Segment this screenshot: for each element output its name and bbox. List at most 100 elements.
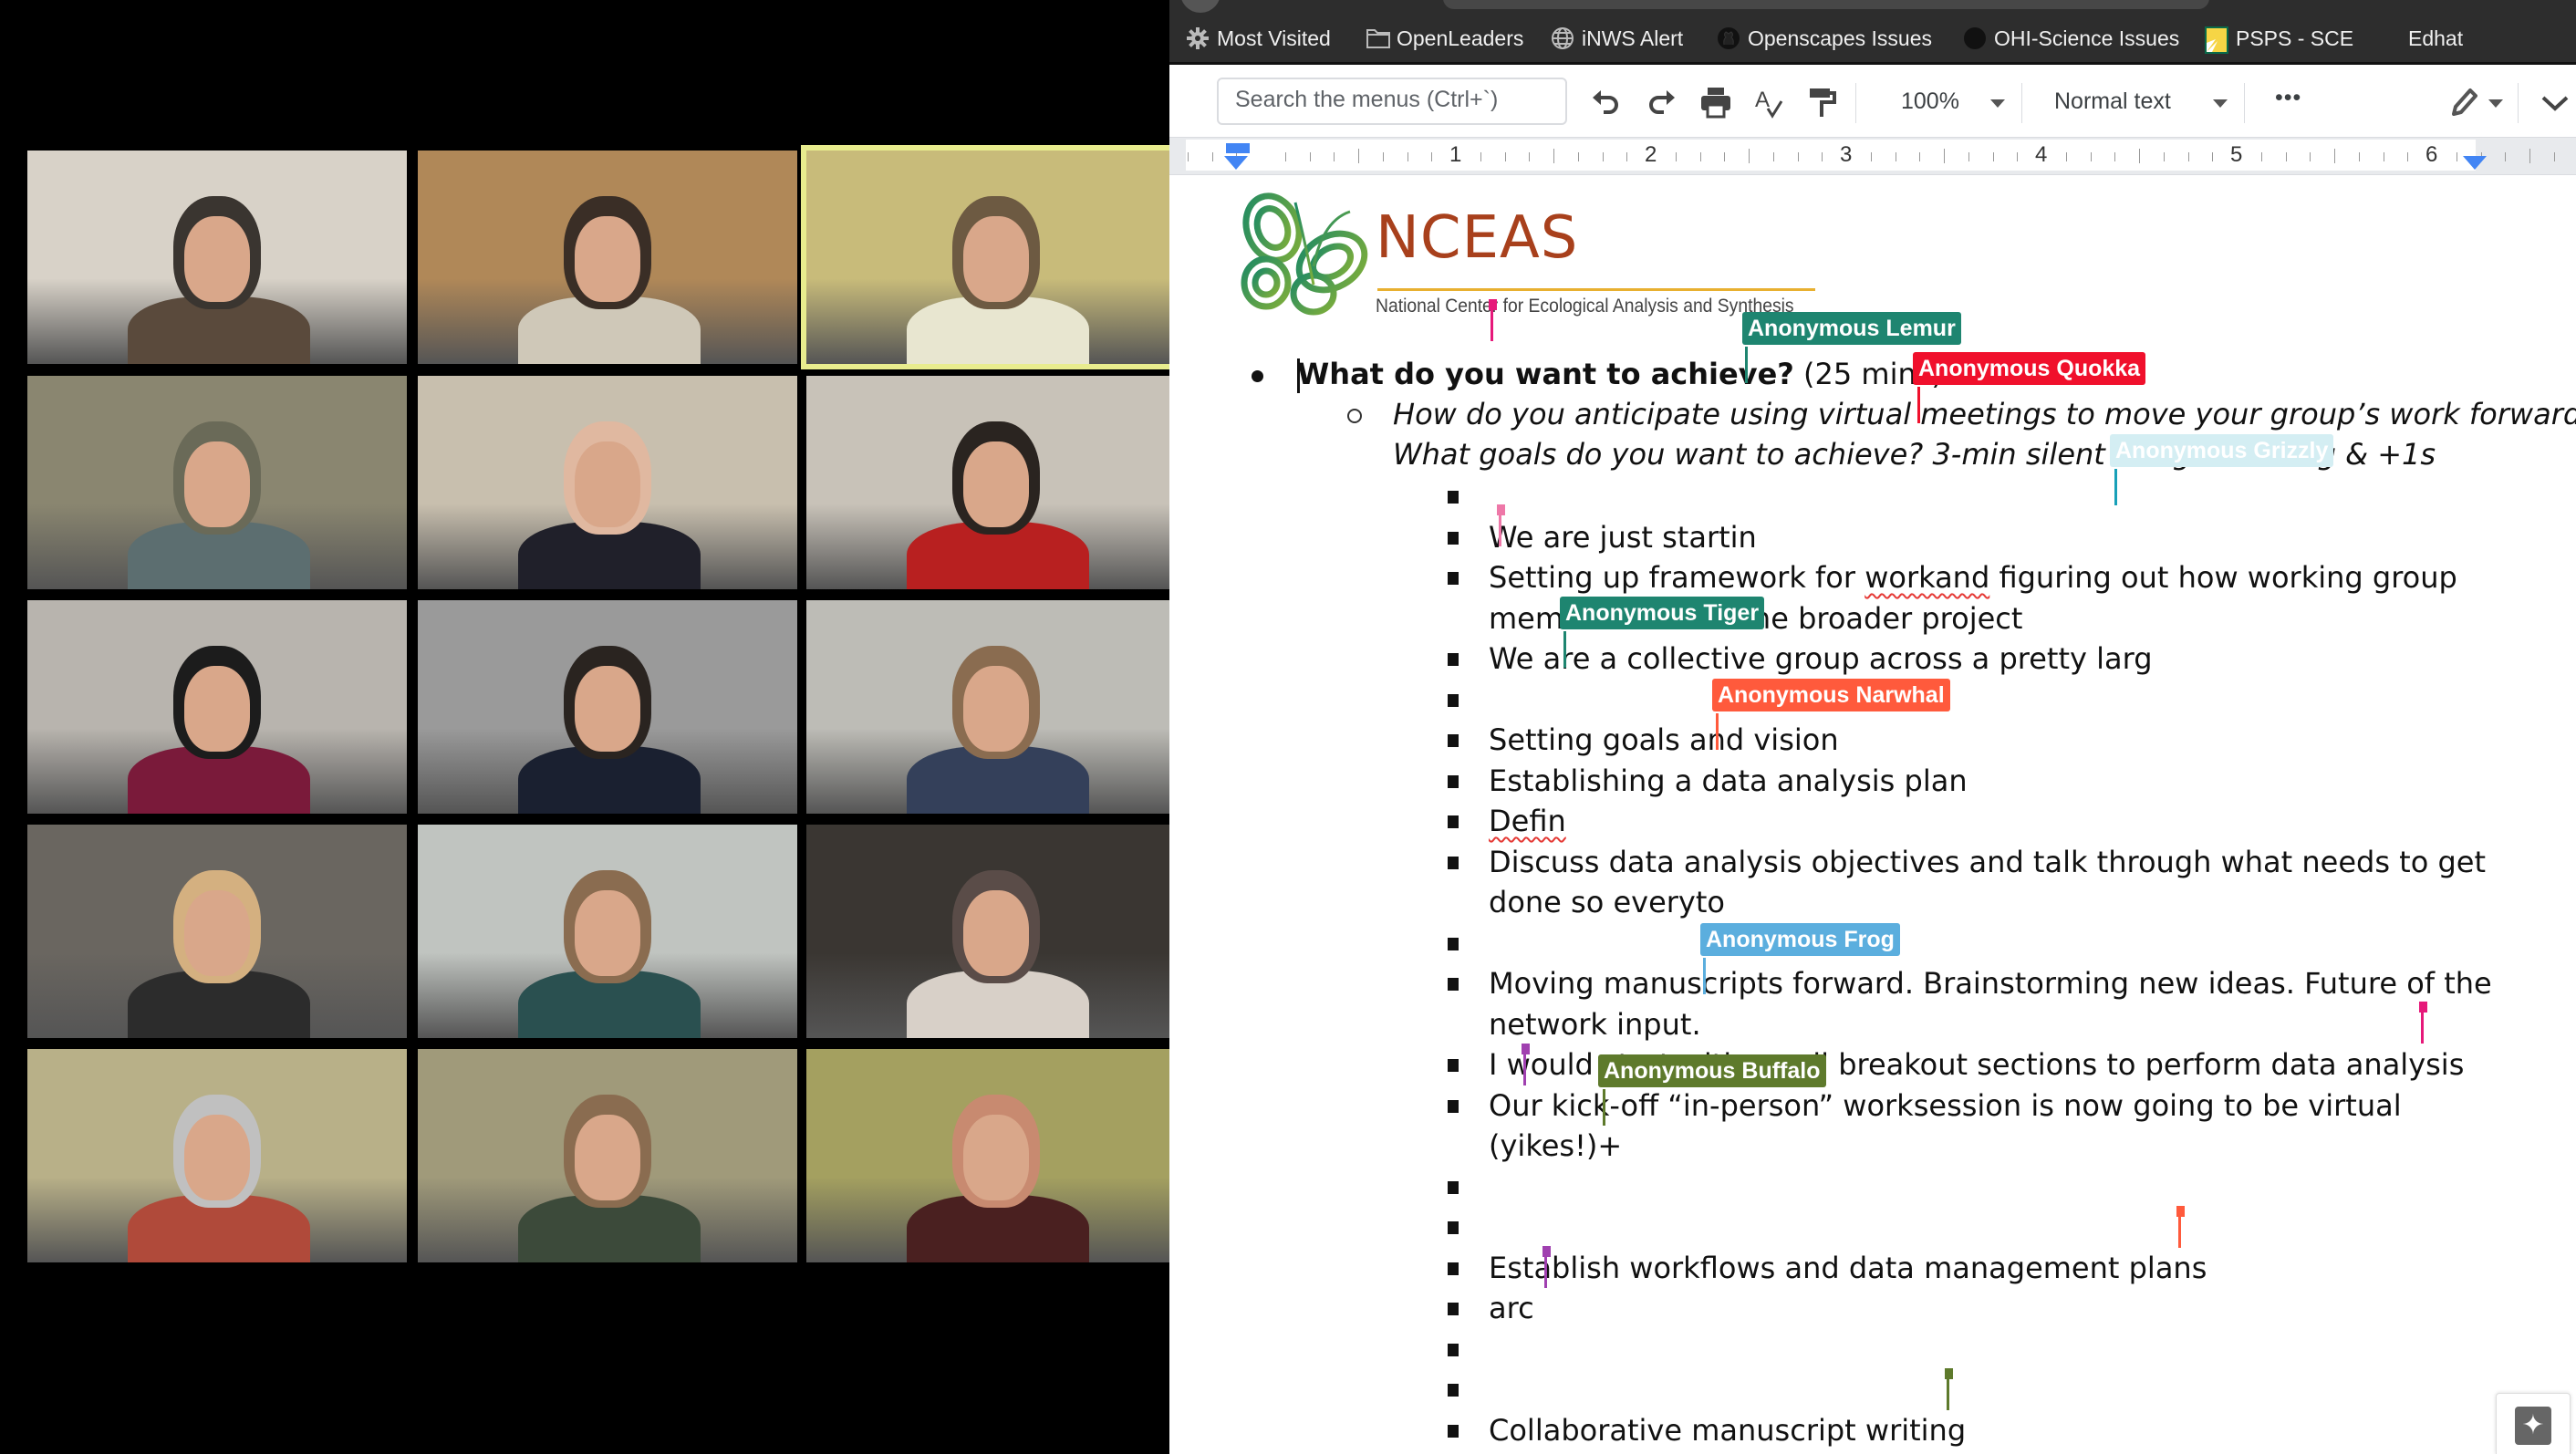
list-item[interactable]: We are a collective group across a prett… xyxy=(1489,639,2153,679)
bookmark-inws-alert[interactable]: iNWS Alert xyxy=(1551,24,1683,53)
spellcheck-icon[interactable]: A xyxy=(1751,85,1786,119)
bullet xyxy=(1448,693,1459,707)
participant-video-tile[interactable] xyxy=(806,376,1186,589)
cursor-flag[interactable] xyxy=(1945,1368,1953,1379)
ruler-tick xyxy=(1407,152,1408,161)
participant-video-tile[interactable] xyxy=(27,825,407,1038)
left-indent-marker[interactable] xyxy=(1224,156,1248,170)
list-item[interactable]: Discuss data analysis objectives and tal… xyxy=(1489,842,2486,882)
style-caret-icon[interactable] xyxy=(2213,99,2228,108)
cursor-flag[interactable] xyxy=(1522,1044,1530,1054)
svg-text:A: A xyxy=(1755,88,1770,112)
participant-video-tile[interactable] xyxy=(418,600,797,814)
participant-video-tile[interactable] xyxy=(806,825,1186,1038)
ruler-number: 3 xyxy=(1840,142,1853,167)
item-text: Establish workflows and data management … xyxy=(1489,1250,2207,1285)
bullet xyxy=(1448,572,1459,585)
participant-face xyxy=(963,1115,1029,1200)
logo-title: NCEAS xyxy=(1376,204,1579,272)
ruler[interactable]: 1234567 xyxy=(1169,137,2576,175)
list-item[interactable]: Setting up framework for workand figurin… xyxy=(1489,557,2457,597)
cursor-flag[interactable] xyxy=(1497,504,1505,515)
collaborator-cursor xyxy=(2114,469,2117,505)
list-item-continuation[interactable]: done so everyto xyxy=(1489,882,1725,922)
item-text: We are a collective group across a prett… xyxy=(1489,641,2153,676)
paragraph-style-select[interactable]: Normal text xyxy=(2054,88,2171,115)
item-text: Discuss data analysis objectives and tal… xyxy=(1489,844,2487,879)
bullet xyxy=(1448,531,1459,545)
search-menus-input[interactable]: Search the menus (Ctrl+`) xyxy=(1217,78,1567,125)
participant-video-tile[interactable] xyxy=(27,600,407,814)
first-line-indent-marker[interactable] xyxy=(1226,143,1250,153)
participant-video-tile[interactable] xyxy=(418,825,797,1038)
list-item[interactable]: Collaborative manuscript writing xyxy=(1489,1410,1966,1450)
window-button[interactable] xyxy=(1180,0,1220,13)
editing-mode-caret-icon[interactable] xyxy=(2488,99,2503,108)
item-text: Defin xyxy=(1489,804,1566,838)
participant-video-tile[interactable] xyxy=(806,1049,1186,1262)
document-page[interactable]: NCEAS National Center for Ecological Ana… xyxy=(1169,175,2576,1454)
ruler-tick xyxy=(1334,152,1335,161)
search-menus-placeholder: Search the menus (Ctrl+`) xyxy=(1235,87,1499,112)
bookmark-psps-sce[interactable]: PSPS - SCE xyxy=(2205,24,2353,54)
more-options-button[interactable]: ••• xyxy=(2275,85,2301,111)
list-item[interactable]: We are just startin xyxy=(1489,517,1757,557)
participant-video-tile[interactable] xyxy=(806,600,1186,814)
ruler-tick xyxy=(1529,152,1531,161)
misspelled-word[interactable]: workand xyxy=(1864,560,1989,595)
undo-icon[interactable] xyxy=(1589,85,1624,119)
participant-face xyxy=(184,216,250,302)
list-item[interactable]: Our kick-off “in-person” worksession is … xyxy=(1489,1085,2402,1126)
list-item[interactable]: Establish workflows and data management … xyxy=(1489,1248,2207,1288)
butterfly-logo-icon xyxy=(1241,192,1368,316)
bookmark-openleaders[interactable]: OpenLeaders xyxy=(1366,24,1523,53)
participant-video-tile[interactable] xyxy=(801,145,1191,369)
zoom-caret-icon[interactable] xyxy=(1990,99,2005,108)
list-item-continuation[interactable]: (yikes!)+ xyxy=(1489,1126,1622,1166)
cursor-flag[interactable] xyxy=(1542,1246,1551,1257)
collaborator-name-tag: Anonymous Lemur xyxy=(1742,312,1961,345)
bookmark-ohi-science-issues[interactable]: OHI-Science Issues xyxy=(1963,24,2179,53)
ruler-tick xyxy=(1211,152,1213,161)
list-item[interactable]: Defin xyxy=(1489,801,1566,841)
participant-video-tile[interactable] xyxy=(27,151,407,364)
print-icon[interactable] xyxy=(1698,85,1733,119)
list-item[interactable]: arc xyxy=(1489,1288,1534,1328)
zoom-select[interactable]: 100% xyxy=(1901,88,1959,115)
redo-icon[interactable] xyxy=(1644,85,1678,119)
address-bar[interactable] xyxy=(1443,0,2209,9)
agenda-heading[interactable]: What do you want to achieve? (25 mins) xyxy=(1297,354,1943,394)
ruler-number: 2 xyxy=(1645,142,1657,167)
hide-menus-chevron-icon[interactable] xyxy=(2538,85,2572,119)
collaborator-cursor xyxy=(1603,1089,1605,1126)
participant-video-tile[interactable] xyxy=(418,1049,797,1262)
browser-window: Most Visited OpenLeaders iNWS Alert Open… xyxy=(1169,0,2576,1454)
cursor-flag[interactable] xyxy=(1489,299,1497,310)
bookmark-label: iNWS Alert xyxy=(1582,26,1684,50)
list-item[interactable]: Moving manuscripts forward. Brainstormin… xyxy=(1489,963,2492,1003)
bookmark-edhat[interactable]: Edhat xyxy=(2408,24,2463,53)
list-item-continuation[interactable]: network input. xyxy=(1489,1004,1701,1044)
prompt-line-1[interactable]: How do you anticipate using virtual meet… xyxy=(1393,394,2576,434)
participant-video-tile[interactable] xyxy=(27,1049,407,1262)
participant-face xyxy=(963,441,1029,527)
ruler-tick xyxy=(2212,152,2214,161)
bookmark-openscapes-issues[interactable]: Openscapes Issues xyxy=(1717,24,1932,53)
participant-video-tile[interactable] xyxy=(418,376,797,589)
ruler-tick xyxy=(1382,152,1384,161)
paint-format-icon[interactable] xyxy=(1804,85,1839,119)
bookmark-most-visited[interactable]: Most Visited xyxy=(1186,24,1331,53)
right-indent-marker[interactable] xyxy=(2463,156,2487,170)
explore-button[interactable]: ✦ xyxy=(2496,1393,2571,1454)
editing-mode-pencil-icon[interactable] xyxy=(2446,85,2481,119)
bookmark-label: OpenLeaders xyxy=(1397,26,1524,50)
participant-video-tile[interactable] xyxy=(27,376,407,589)
list-item[interactable]: Establishing a data analysis plan xyxy=(1489,761,1968,801)
cursor-flag[interactable] xyxy=(2176,1206,2185,1217)
cursor-flag[interactable] xyxy=(2419,1002,2427,1013)
bullet xyxy=(1448,734,1459,747)
logo-divider xyxy=(1377,288,1815,291)
participant-video-tile[interactable] xyxy=(418,151,797,364)
ruler-page-area xyxy=(1186,140,2476,171)
list-item[interactable]: Setting goals and vision xyxy=(1489,720,1839,760)
